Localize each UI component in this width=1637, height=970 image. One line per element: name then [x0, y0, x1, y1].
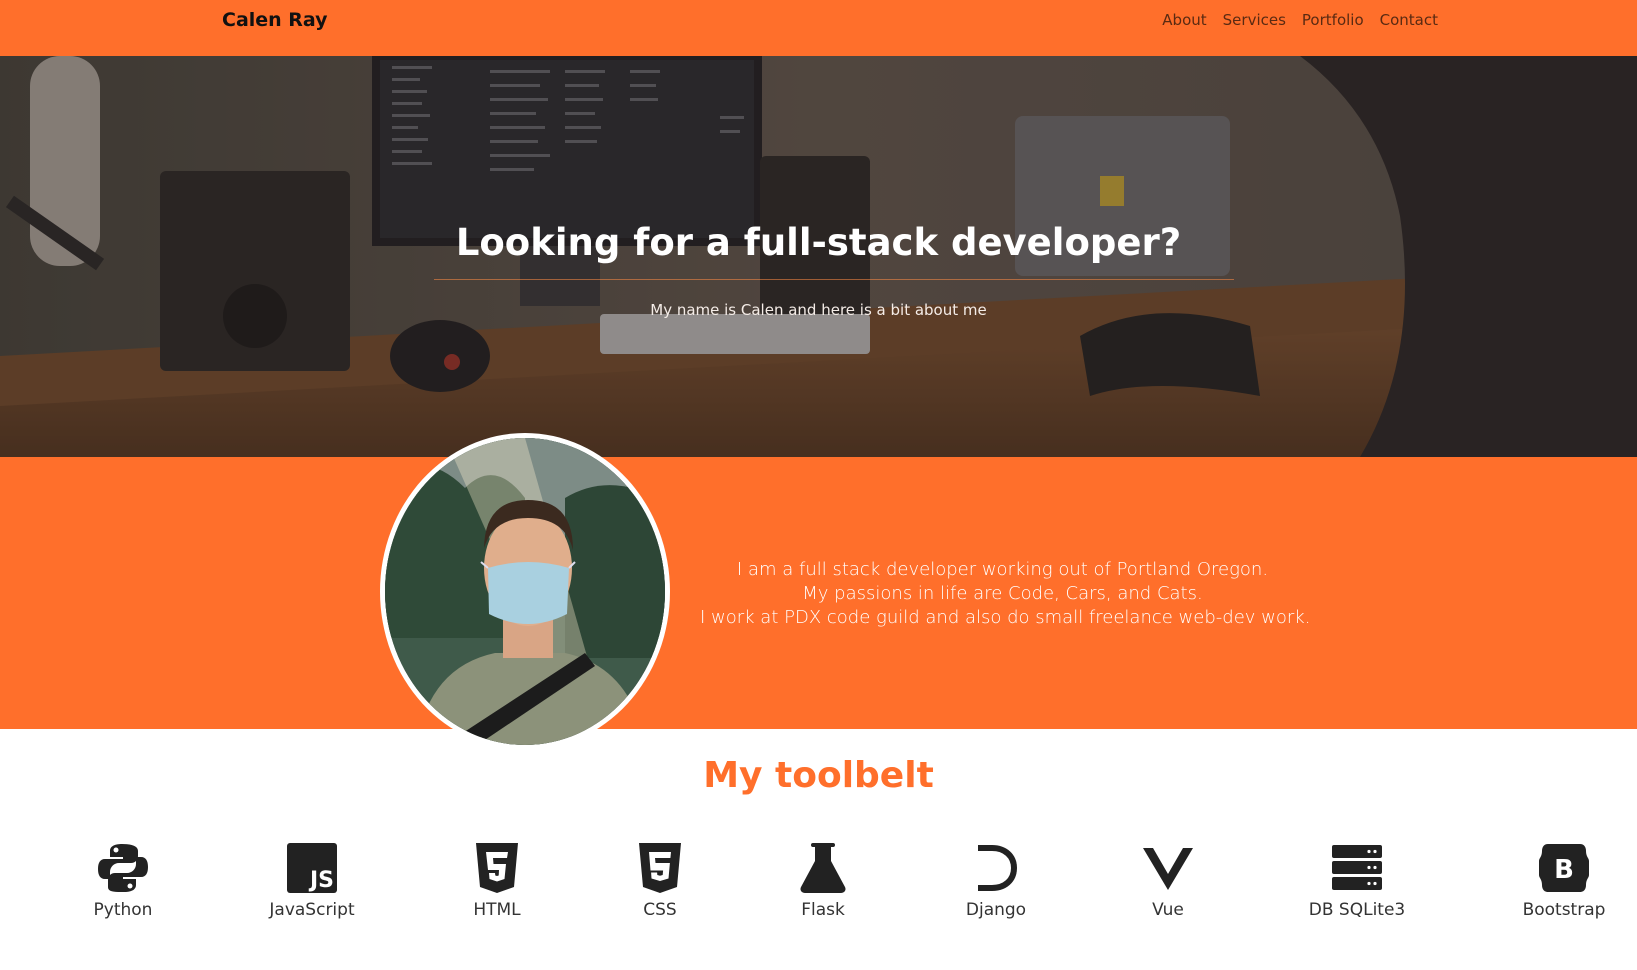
tool-html: HTML	[427, 842, 567, 920]
tool-label: Vue	[1152, 900, 1184, 920]
profile-photo	[385, 438, 665, 745]
brand-link[interactable]: Calen Ray	[222, 9, 328, 31]
tool-label: Flask	[801, 900, 845, 920]
about-line: I am a full stack developer working out …	[736, 559, 1269, 580]
hero-subtitle: My name is Calen and here is a bit about…	[650, 301, 987, 319]
css3-icon	[639, 843, 681, 893]
tool-label: JavaScript	[269, 900, 355, 920]
tool-flask: Flask	[753, 842, 893, 920]
nav-link-contact[interactable]: Contact	[1380, 11, 1438, 29]
avatar	[380, 433, 670, 750]
django-icon	[978, 845, 1018, 891]
tool-label: Python	[93, 900, 153, 920]
tool-javascript: JS JavaScript	[242, 842, 382, 920]
about-text: I am a full stack developer working out …	[700, 558, 1311, 630]
toolbelt-title: My toolbelt	[703, 755, 934, 796]
hero-divider	[434, 279, 1234, 280]
tool-label: Django	[965, 900, 1027, 920]
tool-label: CSS	[643, 900, 677, 920]
nav-link-about[interactable]: About	[1162, 11, 1206, 29]
tool-label: Bootstrap	[1522, 900, 1606, 920]
javascript-icon: JS	[287, 843, 337, 893]
nav-link-portfolio[interactable]: Portfolio	[1302, 11, 1364, 29]
vue-icon	[1143, 848, 1193, 890]
bootstrap-icon: B	[1539, 844, 1589, 892]
flask-icon	[800, 843, 846, 893]
python-icon	[98, 844, 148, 892]
html5-icon	[476, 843, 518, 893]
tool-vue: Vue	[1098, 842, 1238, 920]
about-line: My passions in life are Code, Cars, and …	[802, 583, 1203, 604]
navbar: Calen Ray About Services Portfolio Conta…	[0, 0, 1637, 56]
nav-links: About Services Portfolio Contact	[1162, 11, 1438, 29]
tool-bootstrap: B Bootstrap	[1494, 842, 1634, 920]
tool-django: Django	[926, 842, 1066, 920]
tool-sqlite: DB SQLite3	[1287, 842, 1427, 920]
svg-text:JS: JS	[308, 868, 334, 893]
about-line: I work at PDX code guild and also do sma…	[700, 607, 1311, 628]
hero-title: Looking for a full-stack developer?	[455, 221, 1182, 264]
database-icon	[1332, 845, 1382, 890]
tool-label: DB SQLite3	[1308, 900, 1406, 920]
tool-python: Python	[53, 842, 193, 920]
tool-css: CSS	[590, 842, 730, 920]
hero-section: Looking for a full-stack developer? My n…	[0, 56, 1637, 457]
svg-text:B: B	[1554, 855, 1574, 885]
nav-link-services[interactable]: Services	[1223, 11, 1286, 29]
tool-label: HTML	[473, 900, 521, 920]
